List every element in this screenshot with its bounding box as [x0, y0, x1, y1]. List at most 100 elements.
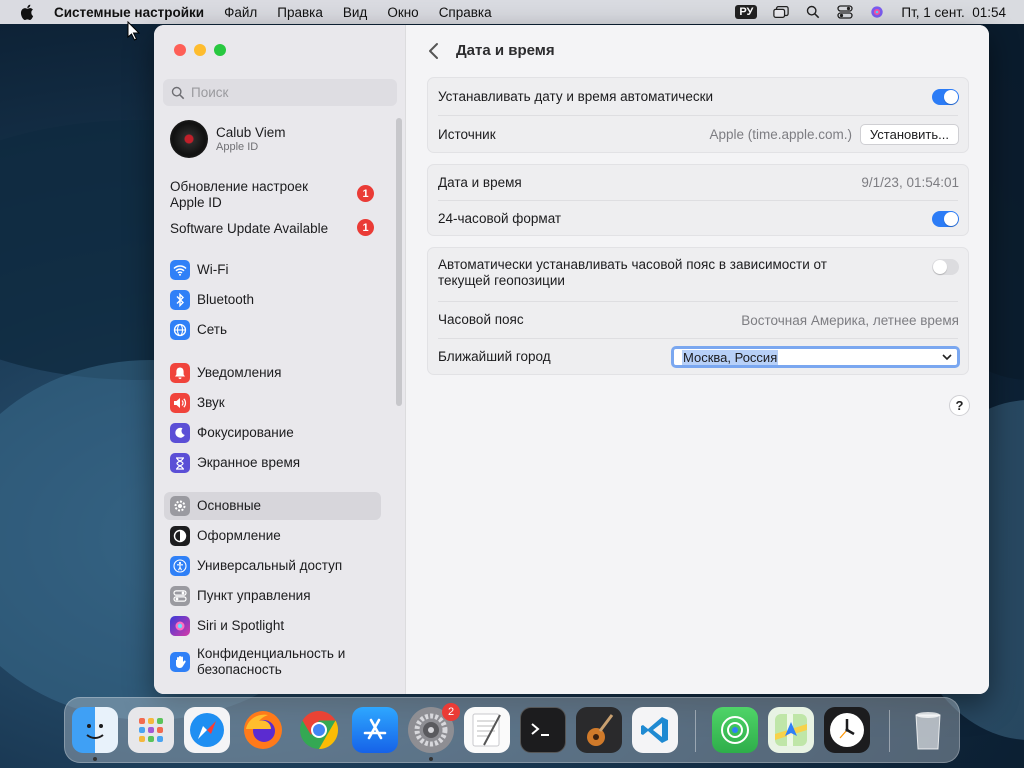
control-center-icon[interactable] — [837, 5, 854, 19]
apple-logo-icon[interactable] — [20, 4, 34, 20]
system-settings-window: Calub Viem Apple ID Обновление настроек … — [154, 25, 989, 694]
sidebar-item-privacy-security[interactable]: Конфиденциальность и безопасность — [164, 645, 381, 679]
gear-icon — [170, 496, 190, 516]
dock-app-firefox[interactable] — [240, 707, 286, 753]
sidebar-item-siri-spotlight[interactable]: Siri и Spotlight — [164, 612, 381, 640]
siri-icon — [170, 616, 190, 636]
menu-app-name[interactable]: Системные настройки — [54, 5, 204, 20]
sidebar-item-label: Siri и Spotlight — [197, 618, 285, 633]
sidebar-item-sound[interactable]: Звук — [164, 389, 381, 417]
globe-icon — [170, 320, 190, 340]
dock: 2 — [64, 697, 960, 763]
sidebar-item-label: Сеть — [197, 322, 228, 337]
24-hour-toggle[interactable] — [932, 211, 959, 227]
dock-separator — [695, 710, 696, 752]
find-my-icon — [721, 716, 749, 744]
spotlight-search-icon[interactable] — [805, 5, 821, 19]
clock-icon — [830, 713, 864, 747]
setting-label: Ближайший город — [438, 349, 551, 364]
setting-row-auto-datetime: Устанавливать дату и время автоматически — [428, 78, 968, 115]
dock-notification-badge: 2 — [442, 703, 460, 721]
dock-app-app-store[interactable] — [352, 707, 398, 753]
menu-file[interactable]: Файл — [224, 5, 257, 20]
dock-app-finder[interactable] — [72, 707, 118, 753]
sidebar-item-focus[interactable]: Фокусирование — [164, 419, 381, 447]
chevron-down-icon — [942, 354, 952, 361]
source-value: Apple (time.apple.com.) — [709, 127, 852, 142]
control-center-icon — [170, 586, 190, 606]
stage-manager-icon[interactable] — [773, 5, 790, 19]
profile-name: Calub Viem — [216, 125, 286, 140]
setting-label: Часовой пояс — [438, 312, 524, 327]
dock-app-safari[interactable] — [184, 707, 230, 753]
sidebar-scrollbar[interactable] — [396, 118, 402, 406]
sidebar-item-label: Основные — [197, 498, 262, 513]
sidebar-item-notifications[interactable]: Уведомления — [164, 359, 381, 387]
dock-app-textedit[interactable] — [464, 707, 510, 753]
menu-help[interactable]: Справка — [439, 5, 492, 20]
auto-datetime-toggle[interactable] — [932, 88, 959, 105]
datetime-value[interactable]: 9/1/23, 01:54:01 — [861, 175, 959, 190]
vscode-icon — [641, 717, 668, 743]
dock-app-find-my[interactable] — [712, 707, 758, 753]
closest-city-dropdown[interactable]: Москва, Россия — [671, 346, 960, 368]
dock-app-terminal[interactable] — [520, 707, 566, 753]
appearance-icon — [170, 526, 190, 546]
search-input[interactable] — [191, 85, 381, 100]
auto-timezone-toggle[interactable] — [932, 259, 959, 275]
firefox-icon — [244, 711, 282, 749]
safari-icon — [190, 713, 224, 747]
dock-app-chrome[interactable] — [296, 707, 342, 753]
sidebar-item-appearance[interactable]: Оформление — [164, 522, 381, 550]
search-field[interactable] — [163, 79, 397, 106]
sidebar-item-general[interactable]: Основные — [164, 492, 381, 520]
input-source-indicator[interactable]: РУ — [735, 5, 758, 19]
sidebar-item-label: Пункт управления — [197, 588, 311, 603]
back-chevron-icon[interactable] — [426, 41, 442, 61]
hourglass-icon — [170, 453, 190, 473]
sidebar-item-network[interactable]: Сеть — [164, 316, 381, 344]
sidebar-item-accessibility[interactable]: Универсальный доступ — [164, 552, 381, 580]
close-button[interactable] — [174, 44, 186, 56]
sidebar-item-control-center[interactable]: Пункт управления — [164, 582, 381, 610]
dock-app-clock[interactable] — [824, 707, 870, 753]
notification-badge: 1 — [357, 185, 374, 202]
settings-group-timezone: Автоматически устанавливать часовой пояс… — [427, 247, 969, 375]
minimize-button[interactable] — [194, 44, 206, 56]
dock-trash[interactable] — [905, 707, 951, 753]
page-title: Дата и время — [456, 42, 555, 59]
launchpad-icon — [139, 718, 163, 742]
zoom-button[interactable] — [214, 44, 226, 56]
setting-row-timezone: Часовой пояс Восточная Америка, летнее в… — [428, 302, 968, 338]
dock-app-launchpad[interactable] — [128, 707, 174, 753]
search-icon — [171, 86, 185, 99]
apple-id-profile[interactable]: Calub Viem Apple ID — [170, 120, 286, 158]
dock-app-maps[interactable] — [768, 707, 814, 753]
dock-app-vscode[interactable] — [632, 707, 678, 753]
menu-window[interactable]: Окно — [387, 5, 418, 20]
menu-view[interactable]: Вид — [343, 5, 367, 20]
help-button[interactable]: ? — [949, 395, 970, 416]
sidebar-item-bluetooth[interactable]: Bluetooth — [164, 286, 381, 314]
trash-icon — [915, 712, 941, 750]
moon-icon — [170, 423, 190, 443]
set-source-button[interactable]: Установить... — [859, 124, 959, 145]
setting-label: 24-часовой формат — [438, 211, 562, 226]
dock-app-garageband[interactable] — [576, 707, 622, 753]
closest-city-value[interactable]: Москва, Россия — [682, 349, 779, 365]
sidebar-item-label: Экранное время — [197, 455, 301, 470]
sidebar-item-screen-time[interactable]: Экранное время — [164, 449, 381, 477]
notice-apple-id-update[interactable]: Обновление настроек Apple ID — [170, 179, 340, 211]
settings-group-datetime: Дата и время 9/1/23, 01:54:01 24-часовой… — [427, 164, 969, 236]
sidebar-item-label: Конфиденциальность и безопасность — [197, 646, 346, 677]
setting-label: Дата и время — [438, 174, 522, 190]
notice-software-update[interactable]: Software Update Available — [170, 221, 340, 237]
textedit-icon — [472, 713, 501, 747]
sidebar-item-wifi[interactable]: Wi-Fi — [164, 256, 381, 284]
sidebar-item-label: Wi-Fi — [197, 262, 229, 277]
siri-icon[interactable] — [869, 5, 885, 19]
menu-clock[interactable]: Пт, 1 сент. 01:54 — [901, 5, 1006, 20]
setting-row-closest-city: Ближайший город Москва, Россия — [428, 339, 968, 375]
accessibility-icon — [170, 556, 190, 576]
menu-edit[interactable]: Правка — [277, 5, 323, 20]
